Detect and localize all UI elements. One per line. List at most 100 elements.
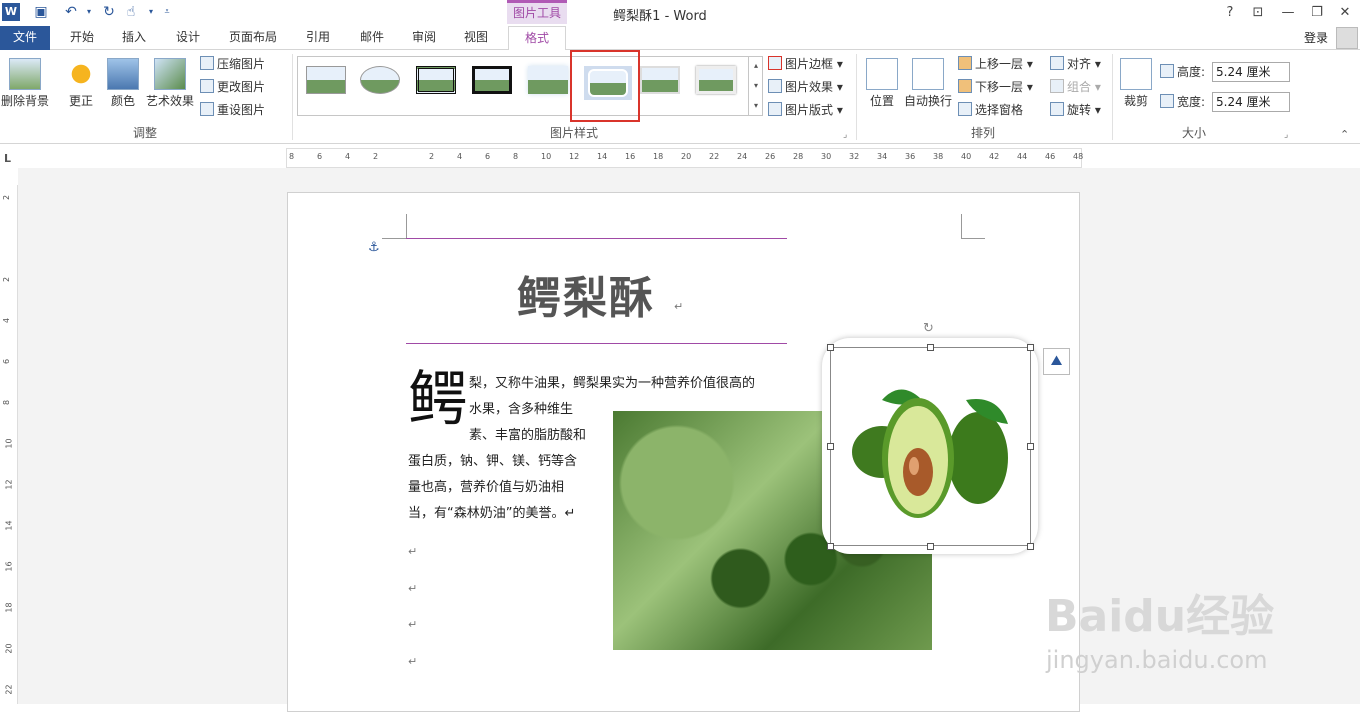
- undo-dropdown-icon[interactable]: ▾: [80, 3, 98, 21]
- resize-handle[interactable]: [1027, 543, 1034, 550]
- undo-icon[interactable]: ↶: [62, 3, 80, 21]
- help-icon[interactable]: ?: [1218, 4, 1242, 22]
- tab-stop-selector-icon[interactable]: L: [4, 152, 11, 165]
- tab-mailings[interactable]: 邮件: [350, 26, 394, 50]
- tab-file[interactable]: 文件: [0, 26, 50, 50]
- position-button[interactable]: 位置: [864, 58, 900, 109]
- artistic-effects-icon: [154, 58, 186, 90]
- login-link[interactable]: 登录: [1304, 29, 1328, 46]
- style-black-frame[interactable]: [472, 66, 516, 102]
- change-picture-button[interactable]: 更改图片: [200, 77, 265, 97]
- wrap-text-button[interactable]: 自动换行: [902, 58, 954, 109]
- style-simple-frame[interactable]: [306, 66, 350, 102]
- artistic-effects-button[interactable]: 艺术效果: [144, 58, 196, 109]
- style-reflected[interactable]: [640, 66, 684, 102]
- height-input[interactable]: 5.24 厘米: [1212, 62, 1290, 82]
- tab-references[interactable]: 引用: [296, 26, 340, 50]
- ruler-tick: 6: [485, 152, 491, 161]
- body-line[interactable]: 素、丰富的脂肪酸和: [469, 423, 586, 449]
- resize-handle[interactable]: [927, 344, 934, 351]
- redo-icon[interactable]: ↻: [100, 3, 118, 21]
- ruler-tick: 30: [821, 152, 832, 161]
- position-icon: [866, 58, 898, 90]
- resize-handle[interactable]: [927, 543, 934, 550]
- style-soft-edge[interactable]: [528, 66, 572, 102]
- ruler-tick: 20: [4, 643, 14, 654]
- layout-options-icon[interactable]: ⛰: [1043, 348, 1070, 375]
- body-line[interactable]: 量也高，营养价值与奶油相: [408, 475, 564, 501]
- ruler-tick: 6: [317, 152, 323, 161]
- margin-corner: [961, 214, 962, 238]
- tab-design[interactable]: 设计: [166, 26, 210, 50]
- remove-background-icon: [9, 58, 41, 90]
- collapse-ribbon-icon[interactable]: ⌃: [1340, 128, 1349, 141]
- wrap-text-icon: [912, 58, 944, 90]
- reset-picture-button[interactable]: 重设图片: [200, 100, 265, 120]
- ruler-tick: 18: [653, 152, 664, 161]
- touch-mode-icon[interactable]: ☝: [122, 3, 140, 21]
- body-line[interactable]: 当，有“森林奶油”的美誉。↵: [408, 501, 575, 527]
- resize-handle[interactable]: [827, 443, 834, 450]
- vertical-ruler[interactable]: 2 2 4 6 8 10 12 14 16 18 20 22: [0, 185, 18, 704]
- close-icon[interactable]: ✕: [1333, 4, 1357, 22]
- resize-handle[interactable]: [1027, 344, 1034, 351]
- ruler-tick: 10: [541, 152, 552, 161]
- style-white-frame[interactable]: [696, 66, 740, 102]
- picture-layout-button[interactable]: 图片版式 ▾: [768, 100, 843, 120]
- ruler-tick: 18: [4, 602, 14, 613]
- style-soft-oval[interactable]: [360, 66, 404, 102]
- color-button[interactable]: 颜色: [106, 58, 140, 109]
- minimize-icon[interactable]: —: [1276, 4, 1300, 22]
- ribbon-separator: [292, 54, 293, 140]
- tab-format[interactable]: 格式: [508, 26, 566, 51]
- picture-border-button[interactable]: 图片边框 ▾: [768, 54, 843, 74]
- ruler-tick: 6: [2, 358, 12, 365]
- send-backward-button[interactable]: 下移一层 ▾: [958, 77, 1033, 97]
- align-icon: [1050, 56, 1064, 70]
- compress-pictures-button[interactable]: 压缩图片: [200, 54, 265, 74]
- tab-insert[interactable]: 插入: [112, 26, 156, 50]
- rotate-handle-icon[interactable]: ↻: [923, 321, 934, 336]
- size-dialog-launcher-icon[interactable]: ⌟: [1284, 130, 1288, 140]
- resize-handle[interactable]: [827, 543, 834, 550]
- group-button[interactable]: 组合 ▾: [1050, 77, 1101, 97]
- gallery-scroll[interactable]: ▴ ▾ ▾: [748, 56, 763, 116]
- rotate-button[interactable]: 旋转 ▾: [1050, 100, 1101, 120]
- ribbon-separator: [856, 54, 857, 140]
- resize-handle[interactable]: [827, 344, 834, 351]
- tab-review[interactable]: 审阅: [402, 26, 446, 50]
- restore-icon[interactable]: ❐: [1305, 4, 1329, 22]
- ruler-tick: 14: [597, 152, 608, 161]
- crop-button[interactable]: 裁剪: [1118, 58, 1154, 109]
- corrections-button[interactable]: 更正: [62, 58, 100, 109]
- drop-cap[interactable]: 鳄: [408, 368, 468, 432]
- dialog-launcher-icon[interactable]: ⌟: [843, 130, 847, 140]
- body-line[interactable]: 梨，又称牛油果，鳄梨果实为一种营养价值很高的: [469, 371, 755, 397]
- remove-background-button[interactable]: 删除背景: [0, 58, 50, 109]
- customize-qat-icon[interactable]: ⩡: [158, 3, 176, 21]
- picture-effects-button[interactable]: 图片效果 ▾: [768, 77, 843, 97]
- tab-page-layout[interactable]: 页面布局: [222, 26, 284, 50]
- body-line[interactable]: 蛋白质，钠、钾、镁、钙等含: [408, 449, 577, 475]
- document-title[interactable]: 鳄梨酥: [517, 262, 655, 326]
- bring-forward-button[interactable]: 上移一层 ▾: [958, 54, 1033, 74]
- watermark-logo: Baidu经验: [1045, 591, 1275, 642]
- ribbon-display-icon[interactable]: ⊡: [1246, 4, 1270, 22]
- tab-view[interactable]: 视图: [454, 26, 498, 50]
- body-line[interactable]: 水果，含多种维生: [469, 397, 573, 423]
- ruler-tick: 36: [905, 152, 916, 161]
- horizontal-ruler[interactable]: 8 6 4 2 2 4 6 8 10 12 14 16 18 20 22 24 26 28 30 32 34 36 38 40…: [286, 148, 1083, 168]
- layout-icon: [768, 102, 782, 116]
- width-input[interactable]: 5.24 厘米: [1212, 92, 1290, 112]
- avatar[interactable]: [1336, 27, 1358, 49]
- reset-picture-icon: [200, 102, 214, 116]
- selection-pane-button[interactable]: 选择窗格: [958, 100, 1023, 120]
- style-thick-black[interactable]: [416, 66, 460, 102]
- resize-handle[interactable]: [1027, 443, 1034, 450]
- color-icon: [107, 58, 139, 90]
- save-icon[interactable]: ▣: [32, 3, 50, 21]
- align-button[interactable]: 对齐 ▾: [1050, 54, 1101, 74]
- ruler-tick: 24: [737, 152, 748, 161]
- tab-home[interactable]: 开始: [60, 26, 104, 50]
- selection-pane-icon: [958, 102, 972, 116]
